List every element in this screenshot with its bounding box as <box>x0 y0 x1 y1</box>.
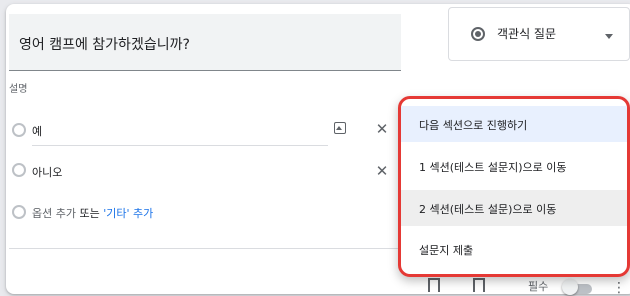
option-row: 예 <box>6 119 406 145</box>
add-option-link[interactable]: 옵션 추가 <box>32 207 76 220</box>
radio-icon <box>12 163 26 177</box>
radio-checked-icon <box>471 27 485 41</box>
question-title: 영어 캠프에 참가하겠습니까? <box>19 37 190 53</box>
question-title-field[interactable]: 영어 캠프에 참가하겠습니까? <box>9 14 401 71</box>
chevron-down-icon <box>605 34 613 39</box>
menu-item-label: 다음 섹션으로 진행하기 <box>419 119 528 132</box>
menu-item-next-section[interactable]: 다음 섹션으로 진행하기 <box>401 106 627 142</box>
menu-item-label: 2 섹션(테스트 설문)으로 이동 <box>419 203 557 216</box>
menu-item-submit[interactable]: 설문지 제출 <box>401 231 627 267</box>
radio-icon <box>12 123 26 137</box>
option-label[interactable]: 예 <box>32 123 42 139</box>
image-icon[interactable] <box>334 122 346 134</box>
option-underline <box>32 145 328 146</box>
question-type-label: 객관식 질문 <box>497 27 557 41</box>
add-option-text: 옵션 추가 또는 '기타' 추가 <box>32 205 153 221</box>
trash-icon[interactable] <box>473 278 485 292</box>
more-vert-icon[interactable]: ⋮ <box>612 280 626 296</box>
question-type-select[interactable]: 객관식 질문 <box>448 7 630 61</box>
add-option-row: 옵션 추가 또는 '기타' 추가 <box>6 201 406 227</box>
toggle-thumb[interactable] <box>562 279 578 295</box>
close-icon[interactable]: ✕ <box>375 164 389 179</box>
footer-divider <box>9 248 405 249</box>
menu-item-section-2[interactable]: 2 섹션(테스트 설문)으로 이동 <box>401 190 627 226</box>
radio-icon <box>12 205 26 219</box>
required-label: 필수 <box>528 280 549 293</box>
description-field[interactable]: 설명 <box>9 80 27 95</box>
option-row: 아니오 <box>6 156 406 182</box>
option-label[interactable]: 아니오 <box>32 164 62 180</box>
menu-item-label: 설문지 제출 <box>419 244 474 257</box>
copy-icon[interactable] <box>428 278 440 292</box>
menu-item-section-1[interactable]: 1 섹션(테스트 설문지)으로 이동 <box>401 148 627 184</box>
section-menu: 다음 섹션으로 진행하기 1 섹션(테스트 설문지)으로 이동 2 섹션(테스트… <box>398 96 630 277</box>
menu-item-label: 1 섹션(테스트 설문지)으로 이동 <box>419 161 567 174</box>
close-icon[interactable]: ✕ <box>375 122 389 137</box>
add-option-or: 또는 <box>79 207 100 220</box>
add-other-link[interactable]: '기타' 추가 <box>103 207 153 220</box>
